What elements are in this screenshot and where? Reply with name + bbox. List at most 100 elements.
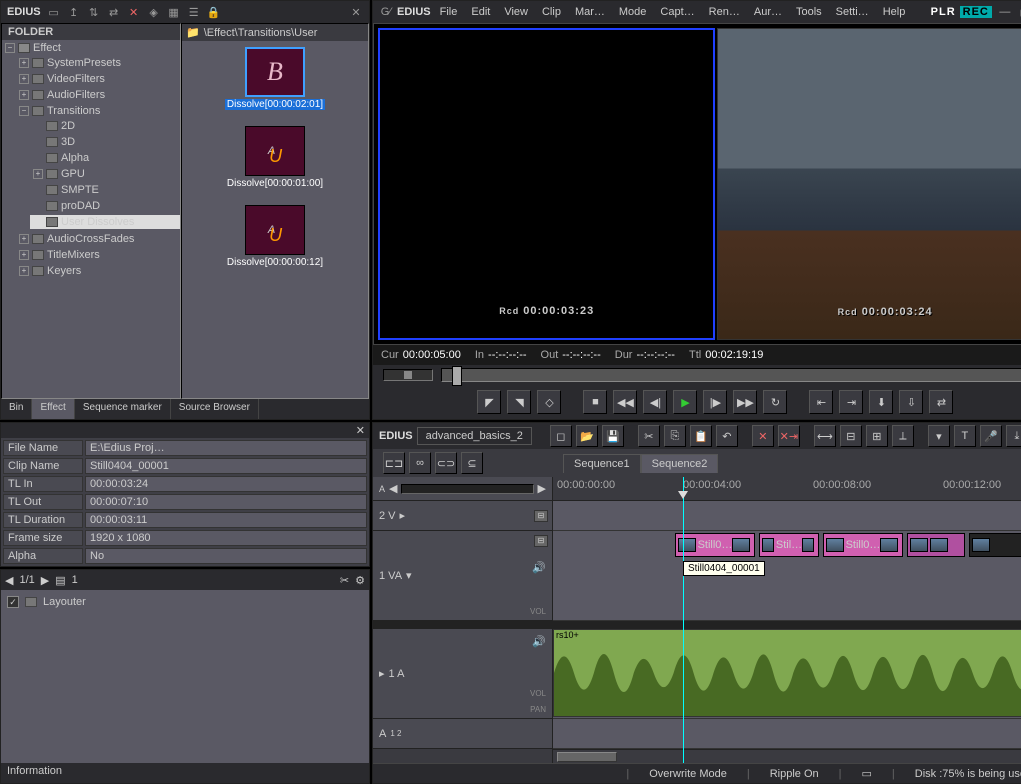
tab-source-browser[interactable]: Source Browser (171, 399, 259, 419)
timeline-scrollbar[interactable] (553, 749, 1021, 763)
scrub-head[interactable] (452, 366, 462, 386)
track-1a[interactable]: rs10+ (553, 629, 1021, 719)
split-button[interactable]: ⊟ (840, 425, 862, 447)
view-icon[interactable]: ▦ (167, 5, 181, 19)
transition-button[interactable]: ⟂ (892, 425, 914, 447)
save-button[interactable]: 💾 (602, 425, 624, 447)
loop-button[interactable]: ↻ (763, 390, 787, 414)
set-in-button[interactable]: ◤ (477, 390, 501, 414)
match-frame-button[interactable]: ⊞ (866, 425, 888, 447)
clip[interactable]: Still0… (823, 533, 903, 557)
effect-tree[interactable]: FOLDER −Effect +SystemPresets +VideoFilt… (1, 23, 181, 399)
scrollbar-thumb[interactable] (557, 752, 617, 762)
lock-icon[interactable]: 🔒 (207, 5, 221, 19)
play-button[interactable]: ▶ (673, 390, 697, 414)
track-head-a12[interactable]: A1 2 (373, 719, 552, 749)
track-1va[interactable]: Still0… Stil… Still0… ship 2 ship 2 Stil… (553, 531, 1021, 621)
audio-button[interactable]: 🎤 (980, 425, 1002, 447)
audio-clip[interactable]: rs10+ (553, 629, 1021, 717)
insert-button[interactable]: ⬇ (869, 390, 893, 414)
record-monitor[interactable]: Rcd00:00:03:24 (717, 28, 1021, 340)
menu-edit[interactable]: Edit (466, 4, 495, 20)
track-head-1va[interactable]: 1 VA▾ ⊟ 🔊 VOL (373, 531, 552, 621)
layouter-item[interactable]: ✓ Layouter (5, 594, 365, 610)
close-icon[interactable]: ✕ (349, 5, 363, 19)
clip[interactable] (907, 533, 965, 557)
seq-tab-2[interactable]: Sequence2 (641, 454, 719, 473)
new-button[interactable]: ◻ (550, 425, 572, 447)
menu-mode[interactable]: Mode (614, 4, 652, 20)
speaker-icon[interactable]: 🔊 (532, 561, 546, 574)
stop-button[interactable]: ■ (583, 390, 607, 414)
clip[interactable]: Stil… (759, 533, 819, 557)
menu-tools[interactable]: Tools (791, 4, 827, 20)
clip[interactable]: Still0… (675, 533, 755, 557)
tab-bin[interactable]: Bin (1, 399, 32, 419)
track-head-1a[interactable]: ▸1 A 🔊 VOL PAN (373, 629, 552, 719)
track-2v[interactable] (553, 501, 1021, 531)
trim-button[interactable]: ⟷ (814, 425, 836, 447)
snap-button[interactable]: ⊏⊐ (383, 452, 405, 474)
overwrite-button[interactable]: ⇩ (899, 390, 923, 414)
delete-icon[interactable]: ✕ (127, 5, 141, 19)
shuttle[interactable] (383, 369, 433, 381)
cut-button[interactable]: ✂ (638, 425, 660, 447)
scrub-track[interactable] (441, 368, 1021, 382)
sequence-name[interactable]: advanced_basics_2 (417, 427, 532, 445)
effect-thumb[interactable]: AU Dissolve[00:00:00:12] (186, 205, 364, 268)
track-a12[interactable] (553, 719, 1021, 749)
prev-frame-button[interactable]: ◀| (643, 390, 667, 414)
scrub-bar[interactable] (373, 365, 1021, 385)
menu-marker[interactable]: Mar… (570, 4, 610, 20)
gear-icon[interactable]: ⚙ (355, 574, 365, 587)
seq-tab-1[interactable]: Sequence1 (563, 454, 641, 473)
menu-view[interactable]: View (499, 4, 533, 20)
ripple-delete-button[interactable]: ✕⇥ (778, 425, 800, 447)
set-out-button[interactable]: ◥ (507, 390, 531, 414)
close-icon[interactable]: ✕ (356, 425, 365, 437)
timeline-ruler[interactable]: 00:00:00:00 00:00:04:00 00:00:08:00 00:0… (553, 477, 1021, 501)
props-icon[interactable]: ◈ (147, 5, 161, 19)
scissors-icon[interactable]: ✂ (340, 574, 349, 587)
tree-icon[interactable]: ⇅ (87, 5, 101, 19)
source-monitor[interactable]: Rcd00:00:03:23 (378, 28, 715, 340)
minimize-icon[interactable]: — (998, 5, 1012, 19)
next-frame-button[interactable]: |▶ (703, 390, 727, 414)
next-edit-button[interactable]: ⇥ (839, 390, 863, 414)
checkbox[interactable]: ✓ (7, 596, 19, 608)
speaker-icon[interactable]: 🔊 (532, 635, 546, 648)
menu-aur[interactable]: Aur… (749, 4, 787, 20)
nav-prev-icon[interactable]: ◀ (5, 574, 13, 587)
up-icon[interactable]: ↥ (67, 5, 81, 19)
track-video-button[interactable]: ⊟ (534, 535, 548, 547)
delete-button[interactable]: ✕ (752, 425, 774, 447)
track-head-2v[interactable]: 2 V▸ ⊟ (373, 501, 552, 531)
effect-thumb[interactable]: B Dissolve[00:00:02:01] (186, 47, 364, 110)
scroll-right-icon[interactable]: ▶ (538, 482, 546, 495)
group-button[interactable]: ∞ (409, 452, 431, 474)
link-icon[interactable]: ⇄ (107, 5, 121, 19)
list-icon[interactable]: ☰ (187, 5, 201, 19)
prev-edit-button[interactable]: ⇤ (809, 390, 833, 414)
paste-button[interactable]: 📋 (690, 425, 712, 447)
clear-inout-button[interactable]: ◇ (537, 390, 561, 414)
replace-button[interactable]: ⇄ (929, 390, 953, 414)
render-button[interactable]: ⤓ (1006, 425, 1021, 447)
menu-settings[interactable]: Setti… (831, 4, 874, 20)
copy-button[interactable]: ⎘ (664, 425, 686, 447)
menu-capture[interactable]: Capt… (655, 4, 699, 20)
effect-thumb[interactable]: AU Dissolve[00:00:01:00] (186, 126, 364, 189)
filter-icon[interactable]: ▤ (55, 574, 65, 587)
menu-render[interactable]: Ren… (704, 4, 745, 20)
title-button[interactable]: T (954, 425, 976, 447)
menu-clip[interactable]: Clip (537, 4, 566, 20)
menu-help[interactable]: Help (878, 4, 911, 20)
fast-forward-button[interactable]: ▶▶ (733, 390, 757, 414)
rewind-button[interactable]: ◀◀ (613, 390, 637, 414)
menu-file[interactable]: File (435, 4, 463, 20)
magnet-button[interactable]: ⊆ (461, 452, 483, 474)
playhead[interactable] (683, 477, 684, 763)
link-button[interactable]: ⊂⊃ (435, 452, 457, 474)
marker-button[interactable]: ▾ (928, 425, 950, 447)
open-button[interactable]: 📂 (576, 425, 598, 447)
